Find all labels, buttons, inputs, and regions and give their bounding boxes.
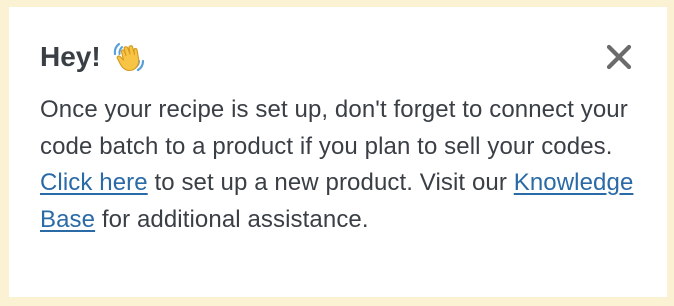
notice-message: Once your recipe is set up, don't forget… — [40, 92, 640, 238]
message-text-part1: Once your recipe is set up, don't forget… — [40, 96, 628, 160]
notice-panel: Hey! Once your recipe is set up, don't f… — [9, 7, 667, 297]
message-text-part2: to set up a new product. Visit our — [147, 169, 514, 196]
notice-header: Hey! — [40, 37, 147, 77]
close-icon[interactable] — [605, 43, 633, 71]
waving-hand-icon — [111, 39, 147, 75]
message-text-part3: for additional assistance. — [95, 205, 369, 233]
click-here-link[interactable]: Click here — [40, 169, 148, 196]
notice-title: Hey! — [40, 41, 101, 72]
